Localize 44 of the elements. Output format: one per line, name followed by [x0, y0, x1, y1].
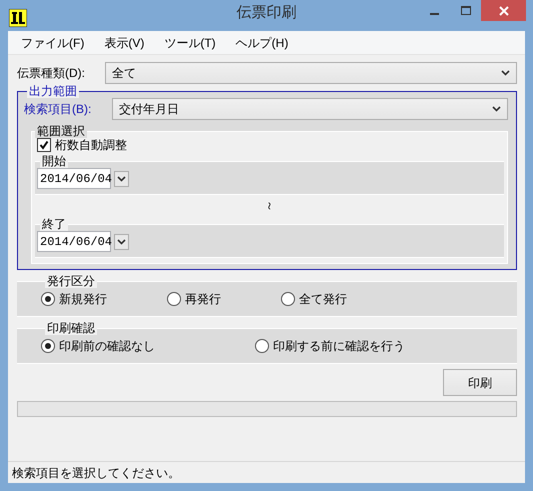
print-button[interactable]: 印刷: [443, 369, 517, 396]
radio-button[interactable]: [281, 292, 295, 306]
option-label: 再発行: [185, 292, 221, 306]
chevron-icon: [117, 238, 126, 244]
chevron-icon: [492, 106, 501, 112]
dropdown[interactable]: 全て: [105, 62, 517, 84]
menu-item[interactable]: ファイル(F): [13, 36, 92, 50]
checkbox-label: 桁数自動調整: [55, 138, 127, 152]
app-icon: [9, 9, 27, 27]
dropdown-button[interactable]: [114, 234, 129, 250]
checkbox[interactable]: [37, 138, 51, 152]
check-icon: [39, 140, 49, 150]
option-label: 新規発行: [59, 292, 107, 306]
field-label: 伝票種類(D):: [17, 66, 86, 80]
close-icon: [498, 6, 508, 16]
close-button[interactable]: [481, 0, 526, 21]
option-label: 印刷する前に確認を行う: [273, 339, 405, 353]
radio-button[interactable]: [255, 339, 269, 353]
chevron-icon: [117, 176, 126, 182]
radio-button[interactable]: [167, 292, 181, 306]
group-label: 開始: [40, 154, 68, 168]
option-label: 全て発行: [299, 292, 347, 306]
menu-item[interactable]: ツール(T): [156, 36, 224, 50]
radio-button[interactable]: [41, 292, 55, 306]
date-field[interactable]: 2014/06/04: [37, 231, 111, 252]
maximize-icon: [460, 6, 470, 16]
menu-item[interactable]: 表示(V): [96, 36, 152, 50]
dropdown-button[interactable]: [114, 170, 129, 186]
radio-button[interactable]: [41, 339, 55, 353]
chevron-icon: [501, 70, 510, 76]
window-title: 伝票印刷: [236, 4, 296, 21]
group-label: 印刷確認: [45, 321, 97, 335]
field-label: 検索項目(B):: [24, 102, 92, 116]
group-label: 範囲選択: [35, 124, 87, 138]
status-text: 検索項目を選択してください。: [8, 461, 525, 483]
menu-item[interactable]: ヘルプ(H): [228, 36, 296, 50]
group-label: 出力範囲: [27, 84, 79, 98]
group-label: 発行区分: [45, 274, 97, 288]
date-field[interactable]: 2014/06/04: [37, 168, 111, 189]
dropdown[interactable]: 交付年月日: [112, 98, 508, 120]
group-label: 終了: [40, 217, 68, 231]
option-label: 印刷前の確認なし: [59, 339, 155, 353]
range-separator: ～: [262, 200, 276, 212]
minimize-icon: [430, 12, 439, 14]
